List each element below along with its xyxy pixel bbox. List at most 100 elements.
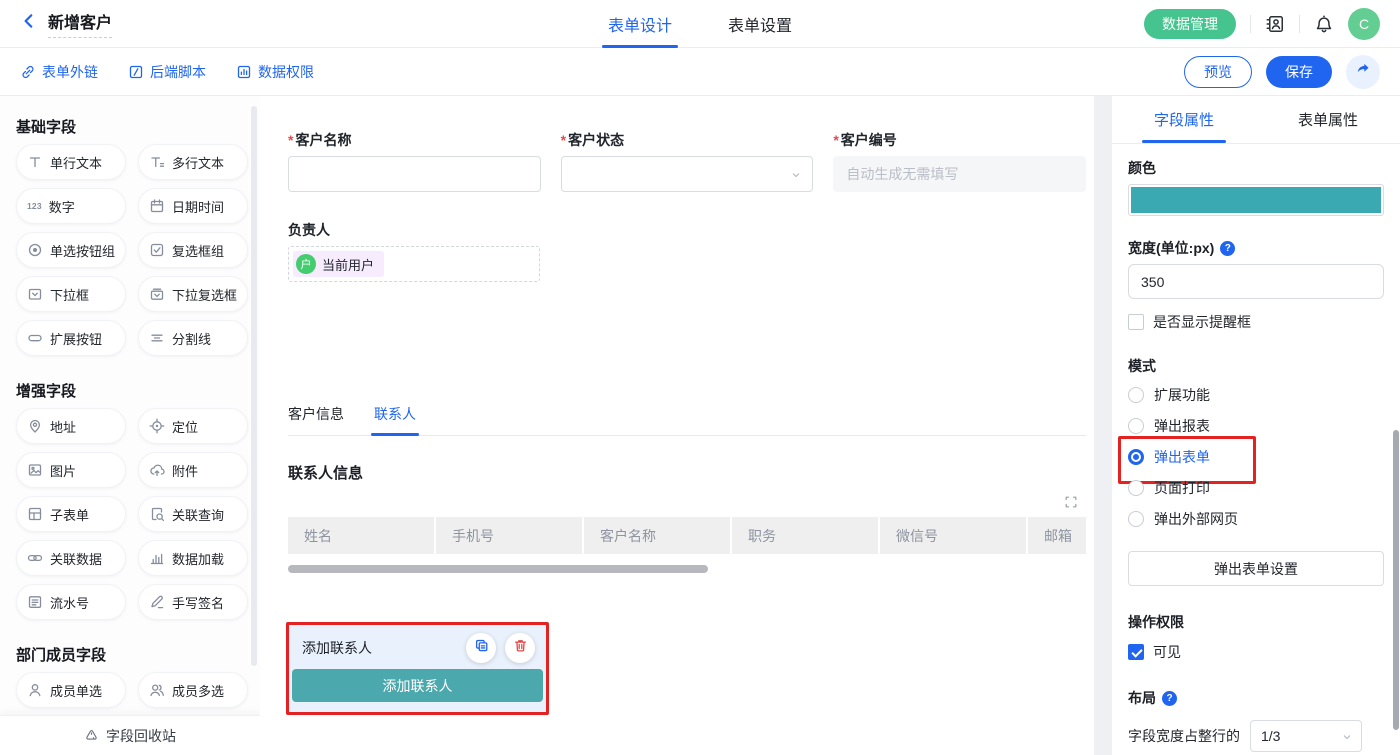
- toolbar-link-数据权限[interactable]: 数据权限: [236, 62, 314, 82]
- radio-button[interactable]: [1128, 449, 1144, 465]
- horizontal-scrollbar-thumb[interactable]: [288, 565, 708, 573]
- field-text-input[interactable]: [834, 157, 1085, 191]
- share-button[interactable]: [1346, 55, 1380, 89]
- field-width-value: 1/3: [1261, 728, 1280, 744]
- radio-button[interactable]: [1128, 511, 1144, 527]
- field-input[interactable]: [833, 156, 1086, 192]
- signature-icon: [149, 594, 165, 610]
- owner-field-box[interactable]: 户 当前用户: [288, 246, 540, 282]
- table-tools: [288, 495, 1086, 509]
- member-single-icon: [27, 682, 43, 698]
- sidebar-scrollbar[interactable]: [251, 106, 257, 666]
- radio-button[interactable]: [1128, 387, 1144, 403]
- sidebar-item-子表单[interactable]: 子表单: [16, 496, 126, 532]
- main-content: 基础字段单行文本多行文本123数字日期时间单选按钮组复选框组下拉框下拉复选框扩展…: [0, 96, 1400, 755]
- required-asterisk: *: [288, 132, 293, 148]
- sidebar-item-流水号[interactable]: 流水号: [16, 584, 126, 620]
- toolbar-link-表单外链[interactable]: 表单外链: [20, 62, 98, 82]
- sidebar-item-手写签名[interactable]: 手写签名: [138, 584, 248, 620]
- visible-checkbox-row[interactable]: 可见: [1128, 642, 1384, 662]
- mode-option-弹出报表[interactable]: 弹出报表: [1128, 415, 1384, 437]
- tab-form-design[interactable]: 表单设计: [608, 0, 672, 48]
- mode-option-弹出外部网页[interactable]: 弹出外部网页: [1128, 508, 1384, 530]
- tab-form-properties[interactable]: 表单属性: [1256, 96, 1400, 143]
- reminder-checkbox-row[interactable]: 是否显示提醒框: [1128, 312, 1384, 332]
- sidebar-item-单行文本[interactable]: 单行文本: [16, 144, 126, 180]
- sidebar-item-下拉框[interactable]: 下拉框: [16, 276, 126, 312]
- field-text-input[interactable]: [289, 157, 540, 191]
- sidebar-item-label: 关联查询: [172, 505, 224, 524]
- sidebar-item-多行文本[interactable]: 多行文本: [138, 144, 248, 180]
- sidebar-item-复选框组[interactable]: 复选框组: [138, 232, 248, 268]
- mode-option-扩展功能[interactable]: 扩展功能: [1128, 384, 1384, 406]
- sidebar-item-扩展按钮[interactable]: 扩展按钮: [16, 320, 126, 356]
- address-book-icon[interactable]: [1265, 14, 1285, 34]
- sidebar-item-关联数据[interactable]: 关联数据: [16, 540, 126, 576]
- sidebar-item-定位[interactable]: 定位: [138, 408, 248, 444]
- canvas-field-客户状态[interactable]: *客户状态: [561, 130, 814, 192]
- layout-help-icon[interactable]: ?: [1162, 691, 1177, 706]
- selected-add-contact-widget[interactable]: 添加联系人 添加联系人: [286, 622, 549, 715]
- user-tag-label: 当前用户: [322, 255, 374, 274]
- field-recycle-bin[interactable]: 字段回收站: [0, 715, 260, 755]
- field-input[interactable]: [288, 156, 541, 192]
- mode-option-label: 弹出外部网页: [1154, 509, 1238, 529]
- sidebar-item-单选按钮组[interactable]: 单选按钮组: [16, 232, 126, 268]
- table-header-cell: 手机号: [436, 517, 582, 554]
- form-title-wrap[interactable]: 新增客户: [48, 9, 112, 38]
- preview-button[interactable]: 预览: [1184, 56, 1252, 88]
- toolbar-link-后端脚本[interactable]: 后端脚本: [128, 62, 206, 82]
- field-label: 客户状态: [568, 130, 624, 150]
- field-width-select[interactable]: 1/3: [1250, 720, 1362, 752]
- add-contact-button[interactable]: 添加联系人: [292, 669, 543, 702]
- header-tabs: 表单设计 表单设置: [608, 0, 792, 48]
- required-asterisk: *: [833, 132, 838, 148]
- page-vertical-scrollbar[interactable]: [1393, 430, 1399, 730]
- avatar[interactable]: C: [1348, 8, 1380, 40]
- sidebar-field-grid: 单行文本 多行文本 123数字 日期时间单选按钮组复选框组下拉框下拉复选框扩展按钮分割…: [16, 144, 260, 356]
- expand-icon[interactable]: [1064, 495, 1078, 509]
- canvas-field-客户名称[interactable]: *客户名称: [288, 130, 541, 192]
- tab-field-properties[interactable]: 字段属性: [1112, 96, 1256, 143]
- delete-widget-button[interactable]: [505, 633, 535, 663]
- sidebar-item-附件[interactable]: 附件: [138, 452, 248, 488]
- sidebar-item-地址[interactable]: 地址: [16, 408, 126, 444]
- back-button[interactable]: [20, 12, 38, 35]
- sidebar-item-图片[interactable]: 图片: [16, 452, 126, 488]
- mode-option-页面打印[interactable]: 页面打印: [1128, 477, 1384, 499]
- mode-option-弹出表单[interactable]: 弹出表单: [1128, 446, 1384, 468]
- radio-button[interactable]: [1128, 480, 1144, 496]
- color-picker[interactable]: [1128, 184, 1384, 216]
- popup-form-settings-button[interactable]: 弹出表单设置: [1128, 551, 1384, 586]
- canvas-tab-联系人[interactable]: 联系人: [374, 404, 416, 435]
- copy-widget-button[interactable]: [466, 633, 496, 663]
- data-manage-button[interactable]: 数据管理: [1144, 9, 1236, 39]
- canvas-tab-客户信息[interactable]: 客户信息: [288, 404, 344, 435]
- canvas-fields-row: *客户名称*客户状态*客户编号: [288, 130, 1086, 192]
- sidebar-item-数字[interactable]: 123数字: [16, 188, 126, 224]
- tab-form-settings[interactable]: 表单设置: [728, 0, 792, 48]
- save-button[interactable]: 保存: [1266, 56, 1332, 88]
- sidebar-item-成员单选[interactable]: 成员单选: [16, 672, 126, 708]
- visible-checkbox[interactable]: [1128, 644, 1144, 660]
- field-library-sidebar: 基础字段单行文本多行文本123数字日期时间单选按钮组复选框组下拉框下拉复选框扩展…: [0, 96, 260, 755]
- canvas-field-客户编号[interactable]: *客户编号: [833, 130, 1086, 192]
- sidebar-item-label: 日期时间: [172, 197, 224, 216]
- sidebar-item-下拉复选框[interactable]: 下拉复选框: [138, 276, 248, 312]
- number-icon: 123: [27, 201, 42, 211]
- reminder-checkbox[interactable]: [1128, 314, 1144, 330]
- sidebar-item-关联查询[interactable]: 关联查询: [138, 496, 248, 532]
- sidebar-item-数据加载[interactable]: 数据加载: [138, 540, 248, 576]
- sidebar-item-分割线[interactable]: 分割线: [138, 320, 248, 356]
- sidebar-item-成员多选[interactable]: 成员多选: [138, 672, 248, 708]
- sidebar-item-label: 多行文本: [172, 153, 224, 172]
- field-select[interactable]: [561, 156, 814, 192]
- properties-panel: 字段属性 表单属性 颜色 宽度(单位:px) ? 是否显示提醒框 模式 扩展功能…: [1112, 96, 1400, 755]
- radio-button[interactable]: [1128, 418, 1144, 434]
- form-designer-app: 新增客户 表单设计 表单设置 数据管理 C 表单外链 后端脚本 数据权限 预览 保存…: [0, 0, 1400, 755]
- width-input[interactable]: [1128, 264, 1384, 299]
- bell-icon[interactable]: [1314, 14, 1334, 34]
- canvas-field-owner[interactable]: 负责人 户 当前用户: [288, 220, 540, 282]
- width-help-icon[interactable]: ?: [1220, 241, 1235, 256]
- sidebar-item-日期时间[interactable]: 日期时间: [138, 188, 248, 224]
